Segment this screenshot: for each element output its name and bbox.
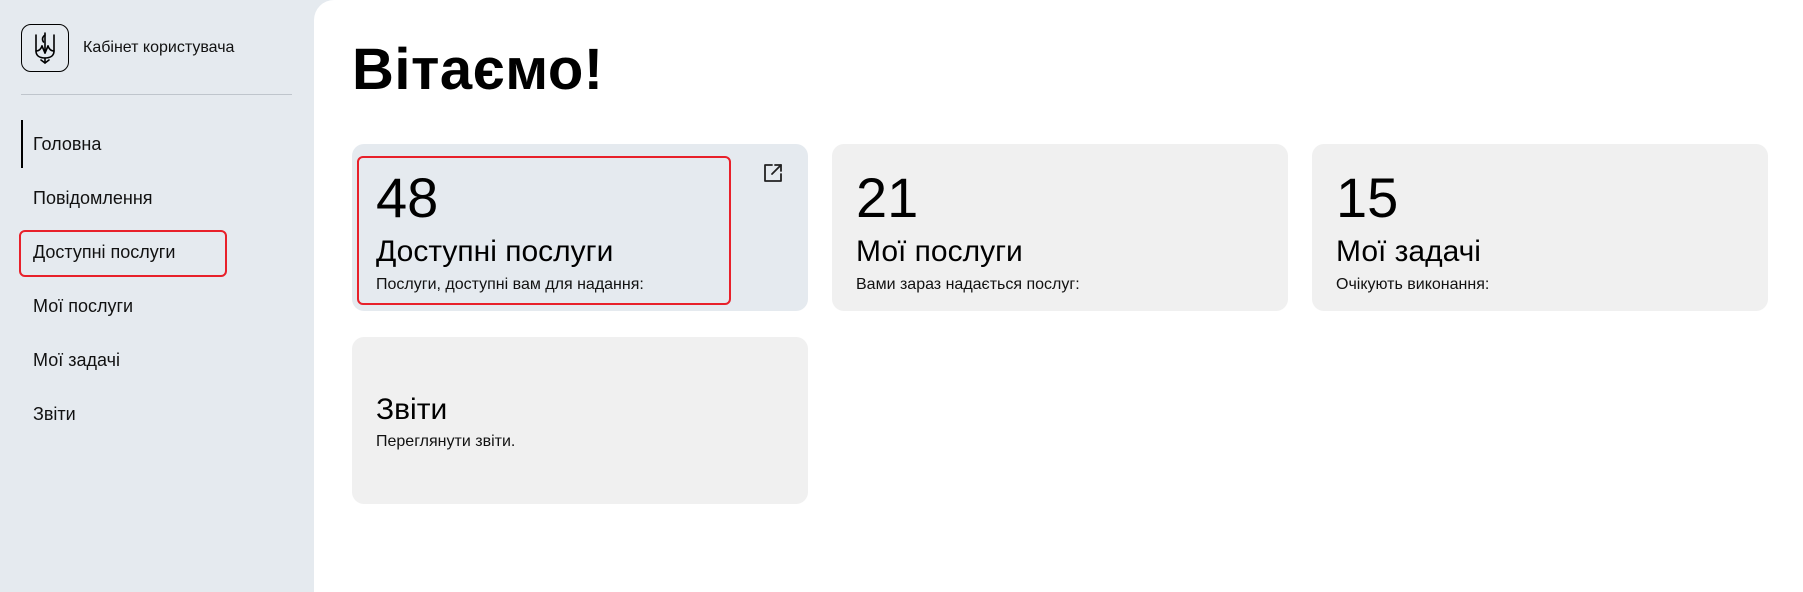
card-reports[interactable]: Звіти Переглянути звіти. (352, 337, 808, 504)
card-title: Звіти (376, 393, 448, 426)
sidebar-item-label: Головна (33, 133, 102, 154)
card-my-services[interactable]: 21 Мої послуги Вами зараз надається посл… (832, 144, 1288, 311)
sidebar-nav: Головна Повідомлення Доступні послуги Мо… (19, 120, 301, 444)
brand[interactable]: Кабінет користувача (21, 24, 234, 72)
sidebar-item-label: Звіти (33, 403, 76, 424)
card-description: Очікують виконання: (1336, 276, 1490, 293)
sidebar-item-available-services[interactable]: Доступні послуги (19, 228, 227, 277)
card-count: 21 (856, 166, 919, 229)
sidebar-item-my-services[interactable]: Мої послуги (21, 282, 301, 330)
card-title: Доступні послуги (376, 235, 614, 268)
page-title: Вітаємо! (352, 37, 604, 102)
card-description: Вами зараз надається послуг: (856, 276, 1080, 293)
card-available-services[interactable]: 48 Доступні послуги Послуги, доступні ва… (352, 144, 808, 311)
sidebar-item-notifications[interactable]: Повідомлення (21, 174, 301, 222)
sidebar-item-reports[interactable]: Звіти (21, 390, 301, 438)
brand-title: Кабінет користувача (83, 39, 235, 56)
sidebar: Кабінет користувача Головна Повідомлення… (0, 0, 314, 592)
card-title: Мої задачі (1336, 235, 1481, 268)
card-my-tasks[interactable]: 15 Мої задачі Очікують виконання: (1312, 144, 1768, 311)
sidebar-item-my-tasks[interactable]: Мої задачі (21, 336, 301, 384)
sidebar-item-label: Мої послуги (33, 295, 134, 316)
external-link-icon[interactable] (762, 162, 784, 184)
card-count: 15 (1336, 166, 1399, 229)
card-description: Послуги, доступні вам для надання: (376, 276, 644, 293)
sidebar-divider (21, 94, 292, 95)
card-title: Мої послуги (856, 235, 1023, 268)
sidebar-item-label: Мої задачі (33, 349, 120, 370)
sidebar-item-label: Доступні послуги (33, 241, 176, 262)
sidebar-item-home[interactable]: Головна (21, 120, 301, 168)
card-description: Переглянути звіти. (376, 433, 516, 450)
app-window: Кабінет користувача Головна Повідомлення… (0, 0, 1803, 592)
sidebar-item-label: Повідомлення (33, 187, 153, 208)
trident-icon (21, 24, 69, 72)
card-count: 48 (376, 166, 439, 229)
main-content: Вітаємо! 48 Доступні послуги Послуги, до… (314, 0, 1803, 592)
